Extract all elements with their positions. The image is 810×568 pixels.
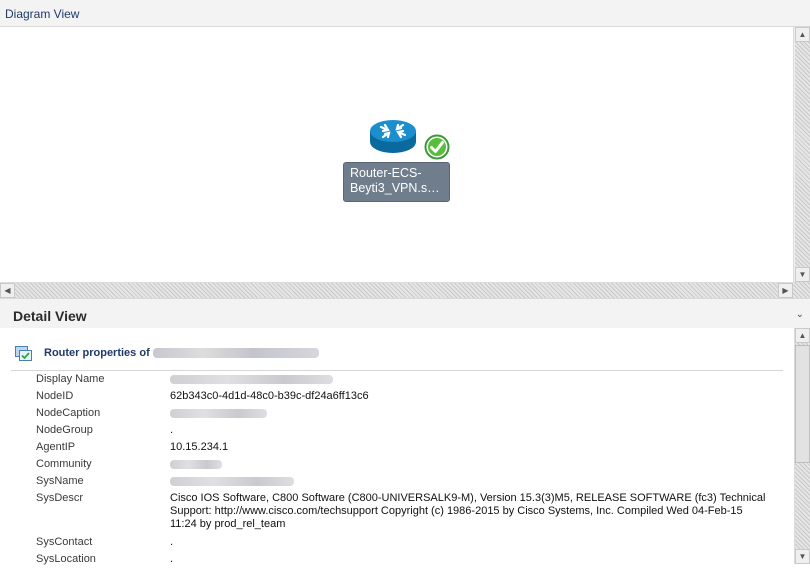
scrollbar-thumb[interactable]	[795, 345, 810, 463]
router-icon[interactable]	[369, 119, 417, 160]
scrollbar-corner	[793, 282, 810, 298]
diagram-view-header: Diagram View	[0, 0, 810, 27]
property-value: 10.15.234.1	[170, 441, 229, 453]
scrollbar-track[interactable]	[795, 42, 810, 267]
property-value: .	[170, 536, 174, 548]
property-label: Display Name	[36, 373, 105, 385]
properties-title: Router properties of	[44, 347, 150, 359]
node-label[interactable]: Router-ECS- Beyti3_VPN.s…	[343, 162, 450, 202]
detail-vertical-scrollbar[interactable]: ▲ ▼	[794, 328, 810, 564]
chevron-down-icon[interactable]: ⌄	[796, 309, 804, 320]
property-label: SysLocation	[36, 553, 96, 565]
check-circle-icon	[424, 134, 450, 165]
property-label: NodeCaption	[36, 407, 101, 419]
property-row-community: Community	[11, 456, 783, 473]
detail-view-header: Detail View ⌄	[0, 298, 810, 328]
diagram-vertical-scrollbar[interactable]: ▲ ▼	[793, 27, 810, 282]
scroll-left-button[interactable]: ◀	[0, 283, 15, 298]
property-value-redacted	[170, 475, 770, 490]
scroll-right-button[interactable]: ▶	[778, 283, 793, 298]
scroll-down-button[interactable]: ▼	[795, 267, 810, 282]
redacted-node-name	[153, 348, 319, 358]
property-label: SysDescr	[36, 492, 84, 504]
router-properties-icon	[15, 346, 33, 367]
scroll-down-button[interactable]: ▼	[795, 549, 810, 564]
property-row-sysname: SysName	[11, 473, 783, 490]
property-value: Cisco IOS Software, C800 Software (C800-…	[170, 492, 766, 530]
property-value-redacted	[170, 373, 770, 388]
property-value: 62b343c0-4d1d-48c0-b39c-df24a6ff13c6	[170, 390, 369, 402]
property-row-display-name: Display Name	[11, 371, 783, 388]
node-label-line2: Beyti3_VPN.s…	[350, 181, 440, 195]
property-row-syscontact: SysContact .	[11, 534, 783, 551]
detail-view-title: Detail View	[13, 308, 87, 324]
property-value: .	[170, 424, 174, 436]
property-row-nodeid: NodeID 62b343c0-4d1d-48c0-b39c-df24a6ff1…	[11, 388, 783, 405]
property-label: NodeID	[36, 390, 74, 402]
scroll-up-button[interactable]: ▲	[795, 27, 810, 42]
property-value-redacted	[170, 458, 770, 473]
property-row-syslocation: SysLocation .	[11, 551, 783, 568]
property-row-agentip: AgentIP 10.15.234.1	[11, 439, 783, 456]
property-label: SysName	[36, 475, 84, 487]
property-label: SysContact	[36, 536, 93, 548]
property-row-nodegroup: NodeGroup .	[11, 422, 783, 439]
diagram-view-title: Diagram View	[5, 7, 80, 21]
property-label: NodeGroup	[36, 424, 93, 436]
diagram-horizontal-scrollbar[interactable]: ◀ ▶	[0, 282, 793, 298]
property-label: AgentIP	[36, 441, 76, 453]
property-value: .	[170, 553, 174, 565]
property-row-nodecaption: NodeCaption	[11, 405, 783, 422]
node-label-line1: Router-ECS-	[350, 166, 422, 180]
scrollbar-track[interactable]	[15, 283, 778, 298]
properties-table: Display Name NodeID 62b343c0-4d1d-48c0-b…	[11, 370, 783, 568]
property-label: Community	[36, 458, 92, 470]
property-value-redacted	[170, 407, 770, 422]
property-row-sysdescr: SysDescr Cisco IOS Software, C800 Softwa…	[11, 490, 783, 534]
scroll-up-button[interactable]: ▲	[795, 328, 810, 343]
detail-view-body: Router properties of Display Name NodeID…	[0, 328, 794, 565]
